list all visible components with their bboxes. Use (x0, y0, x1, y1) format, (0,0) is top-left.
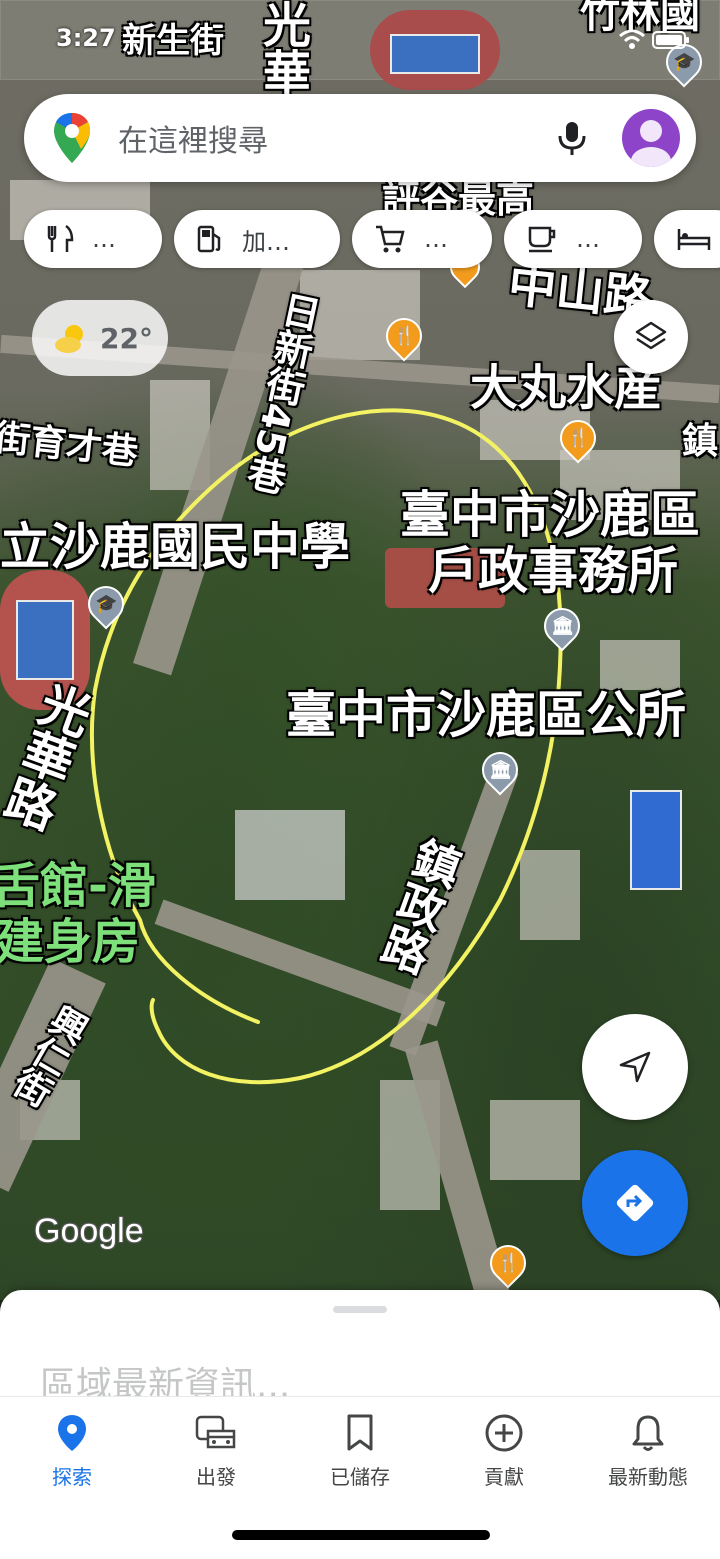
user-avatar-icon (631, 120, 671, 167)
navigation-arrow-icon (619, 1051, 651, 1083)
map-label: 鎮 (682, 421, 719, 462)
account-avatar[interactable] (622, 109, 680, 167)
status-time: 3:27 (56, 24, 116, 52)
nav-label: 最新動態 (608, 1465, 688, 1489)
map-label: 大丸水産 (470, 360, 663, 416)
nav-contribute[interactable]: 貢獻 (432, 1413, 576, 1490)
directions-icon (616, 1184, 654, 1222)
chip-restaurants[interactable]: … (24, 210, 162, 268)
chip-label: … (576, 225, 600, 253)
chip-label: … (424, 225, 448, 253)
temperature: 22° (100, 321, 153, 355)
layers-button[interactable] (614, 300, 688, 374)
coffee-icon (528, 226, 556, 253)
weather-widget[interactable]: 22° (32, 300, 168, 376)
gas-station-icon (197, 225, 221, 253)
nav-commute[interactable]: 出發 (144, 1413, 288, 1490)
chip-hotels[interactable] (654, 210, 720, 268)
home-indicator[interactable] (232, 1530, 490, 1540)
sheet-drag-handle[interactable] (333, 1306, 387, 1313)
updates-bell-icon (632, 1415, 664, 1451)
layers-icon (635, 321, 667, 350)
chip-shopping[interactable]: … (352, 210, 492, 268)
chip-label: 加… (242, 227, 290, 256)
directions-button[interactable] (582, 1150, 688, 1256)
nav-updates[interactable]: 最新動態 (576, 1413, 720, 1490)
my-location-button[interactable] (582, 1014, 688, 1120)
chip-label: … (92, 225, 116, 253)
nav-label: 探索 (52, 1465, 92, 1489)
search-bar[interactable]: 在這裡搜尋 (24, 94, 696, 182)
map-label: 臺中市沙鹿區 (400, 486, 700, 544)
microphone-icon[interactable] (552, 118, 592, 158)
map-label: 光華 (254, 0, 310, 96)
nav-label: 貢獻 (484, 1465, 524, 1489)
chip-coffee[interactable]: … (504, 210, 642, 268)
map-label: 新生街 (122, 21, 224, 61)
map-label: 建身房 (0, 914, 141, 970)
saved-bookmark-icon (347, 1414, 373, 1451)
shopping-cart-icon (376, 225, 405, 253)
search-input[interactable]: 在這裡搜尋 (118, 116, 552, 160)
google-watermark: Google (34, 1212, 144, 1250)
nav-label: 出發 (196, 1465, 236, 1489)
wifi-icon (618, 29, 645, 49)
partly-cloudy-icon (55, 325, 83, 353)
status-icons (618, 28, 690, 55)
battery-icon (652, 31, 689, 49)
nav-label: 已儲存 (330, 1465, 390, 1489)
map-label: 舌館-滑 (0, 858, 156, 914)
hotel-bed-icon (677, 229, 711, 250)
map-label: 立沙鹿國民中學 (0, 518, 350, 576)
commute-car-icon (195, 1415, 236, 1449)
nav-explore[interactable]: 探索 (0, 1413, 144, 1490)
map-label: 戶政事務所 (428, 542, 678, 600)
chip-gas[interactable]: 加… (174, 210, 340, 268)
restaurant-icon (47, 224, 74, 252)
map-label: 臺中市沙鹿區公所 (286, 686, 686, 744)
contribute-plus-icon (485, 1414, 523, 1452)
google-maps-logo-icon (54, 113, 90, 163)
nav-saved[interactable]: 已儲存 (288, 1413, 432, 1490)
explore-pin-icon (58, 1415, 86, 1451)
